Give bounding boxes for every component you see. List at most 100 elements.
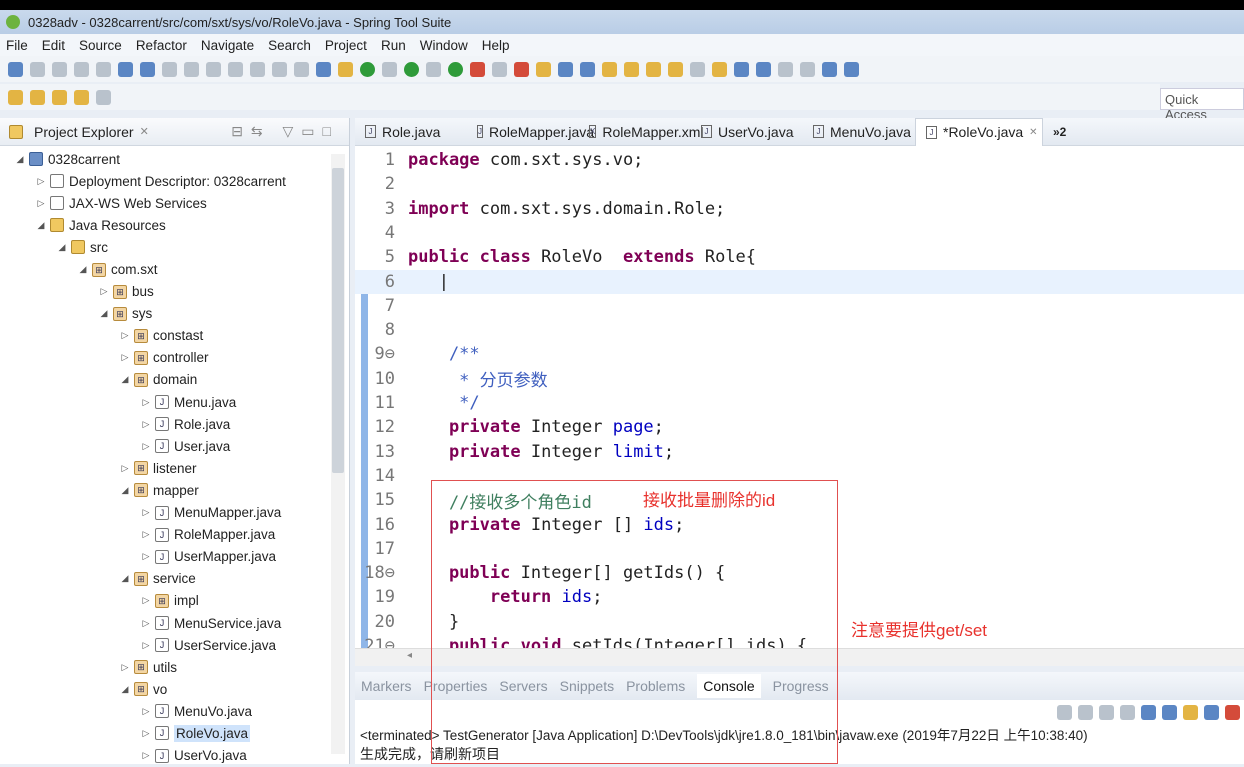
view-menu-icons[interactable]: ⊟⇆ ▽▭□ <box>231 123 339 140</box>
toolbar-button-icon[interactable] <box>734 61 749 77</box>
toolbar-button-icon[interactable] <box>624 61 639 77</box>
tab-markers[interactable]: Markers <box>361 678 412 694</box>
tree-item[interactable]: ▷ J MenuVo.java <box>0 700 349 722</box>
tree-item[interactable]: ▷ JAX-WS Web Services <box>0 192 349 214</box>
console-action-icon[interactable] <box>1141 704 1156 720</box>
editor-tab[interactable]: J Role.java <box>355 124 467 140</box>
toolbar-button-icon[interactable] <box>668 61 683 77</box>
expanded-icon[interactable]: ◢ <box>119 485 131 496</box>
toolbar-button-icon[interactable] <box>382 61 397 77</box>
tree-item[interactable]: ▷ ⊞ impl <box>0 590 349 612</box>
toolbar-button-icon[interactable] <box>580 61 595 77</box>
collapsed-icon[interactable]: ▷ <box>140 706 152 717</box>
collapsed-icon[interactable]: ▷ <box>140 419 152 430</box>
menu-file[interactable]: File <box>6 38 28 53</box>
menu-refactor[interactable]: Refactor <box>136 38 187 53</box>
toolbar-button-icon[interactable] <box>206 61 221 77</box>
expanded-icon[interactable]: ◢ <box>119 374 131 385</box>
toolbar-button-icon[interactable] <box>140 61 155 77</box>
expanded-icon[interactable]: ◢ <box>119 573 131 584</box>
toolbar-button-icon[interactable] <box>228 61 243 77</box>
tree-item[interactable]: ▷ ⊞ listener <box>0 457 349 479</box>
tree-item[interactable]: ◢ Java Resources <box>0 214 349 236</box>
expanded-icon[interactable]: ◢ <box>98 308 110 319</box>
toolbar-button-icon[interactable] <box>448 61 463 77</box>
toolbar-button-icon[interactable] <box>360 61 375 77</box>
collapsed-icon[interactable]: ▷ <box>119 352 131 363</box>
collapsed-icon[interactable]: ▷ <box>140 728 152 739</box>
toolbar-button-icon[interactable] <box>712 61 727 77</box>
expanded-icon[interactable]: ◢ <box>56 242 68 253</box>
nav-arrow-icon[interactable] <box>74 89 89 105</box>
expanded-icon[interactable]: ◢ <box>14 154 26 165</box>
nav-arrow-icon[interactable] <box>8 89 23 105</box>
toolbar-button-icon[interactable] <box>184 61 199 77</box>
menu-edit[interactable]: Edit <box>42 38 65 53</box>
menu-source[interactable]: Source <box>79 38 122 53</box>
collapsed-icon[interactable]: ▷ <box>35 176 47 187</box>
tree-item[interactable]: ▷ J RoleMapper.java <box>0 524 349 546</box>
editor-tab[interactable]: J *RoleVo.java ✕ <box>915 117 1043 146</box>
collapsed-icon[interactable]: ▷ <box>119 463 131 474</box>
tree-item[interactable]: ▷ J MenuMapper.java <box>0 502 349 524</box>
menu-run[interactable]: Run <box>381 38 406 53</box>
expanded-icon[interactable]: ◢ <box>77 264 89 275</box>
tree-item[interactable]: ▷ J UserService.java <box>0 634 349 656</box>
toolbar-button-icon[interactable] <box>492 61 507 77</box>
expanded-icon[interactable]: ◢ <box>119 684 131 695</box>
console-action-icon[interactable] <box>1120 704 1135 720</box>
toolbar-button-icon[interactable] <box>118 61 133 77</box>
toolbar-button-icon[interactable] <box>470 61 485 77</box>
toolbar-button-icon[interactable] <box>558 61 573 77</box>
toolbar-button-icon[interactable] <box>272 61 287 77</box>
toolbar-button-icon[interactable] <box>800 61 815 77</box>
expanded-icon[interactable]: ◢ <box>35 220 47 231</box>
toolbar-button-icon[interactable] <box>250 61 265 77</box>
toolbar-button-icon[interactable] <box>338 61 353 77</box>
tree-item[interactable]: ◢ ⊞ domain <box>0 369 349 391</box>
collapsed-icon[interactable]: ▷ <box>140 441 152 452</box>
collapsed-icon[interactable]: ▷ <box>35 198 47 209</box>
tree-item[interactable]: ◢ src <box>0 236 349 258</box>
tree-item[interactable]: ▷ J User.java <box>0 435 349 457</box>
toolbar-button-icon[interactable] <box>8 61 23 77</box>
collapsed-icon[interactable]: ▷ <box>140 397 152 408</box>
quick-access-input[interactable]: Quick Access <box>1160 88 1244 122</box>
tree-item[interactable]: ▷ J UserVo.java <box>0 745 349 767</box>
toolbar-button-icon[interactable] <box>404 61 419 77</box>
toolbar-button-icon[interactable] <box>690 61 705 77</box>
menu-project[interactable]: Project <box>325 38 367 53</box>
tree-item[interactable]: ◢ ⊞ service <box>0 568 349 590</box>
collapsed-icon[interactable]: ▷ <box>140 507 152 518</box>
tree-item[interactable]: ▷ ⊞ controller <box>0 347 349 369</box>
nav-arrow-icon[interactable] <box>30 89 45 105</box>
console-action-icon[interactable] <box>1099 704 1114 720</box>
collapsed-icon[interactable]: ▷ <box>140 618 152 629</box>
toolbar-button-icon[interactable] <box>756 61 771 77</box>
console-action-icon[interactable] <box>1225 704 1240 720</box>
close-icon[interactable]: ✕ <box>140 125 149 138</box>
project-explorer-title[interactable]: Project Explorer <box>34 124 134 140</box>
toolbar-button-icon[interactable] <box>30 61 45 77</box>
tree-item[interactable]: ▷ ⊞ utils <box>0 656 349 678</box>
collapsed-icon[interactable]: ▷ <box>140 595 152 606</box>
console-action-icon[interactable] <box>1057 704 1072 720</box>
tree-item[interactable]: ◢ 0328carrent <box>0 148 349 170</box>
menu-navigate[interactable]: Navigate <box>201 38 254 53</box>
tree-item[interactable]: ▷ J MenuService.java <box>0 612 349 634</box>
menu-search[interactable]: Search <box>268 38 311 53</box>
console-action-icon[interactable] <box>1204 704 1219 720</box>
toolbar-button-icon[interactable] <box>602 61 617 77</box>
toolbar-button-icon[interactable] <box>822 61 837 77</box>
collapsed-icon[interactable]: ▷ <box>119 662 131 673</box>
close-icon[interactable]: ✕ <box>1029 127 1037 138</box>
toolbar-button-icon[interactable] <box>294 61 309 77</box>
tree-item[interactable]: ▷ Deployment Descriptor: 0328carrent <box>0 170 349 192</box>
collapsed-icon[interactable]: ▷ <box>119 330 131 341</box>
tree-item[interactable]: ▷ J Role.java <box>0 413 349 435</box>
editor-tab[interactable]: J UserVo.java <box>691 124 803 140</box>
collapsed-icon[interactable]: ▷ <box>98 286 110 297</box>
console-action-icon[interactable] <box>1162 704 1177 720</box>
tree-item[interactable]: ◢ ⊞ vo <box>0 678 349 700</box>
collapsed-icon[interactable]: ▷ <box>140 551 152 562</box>
